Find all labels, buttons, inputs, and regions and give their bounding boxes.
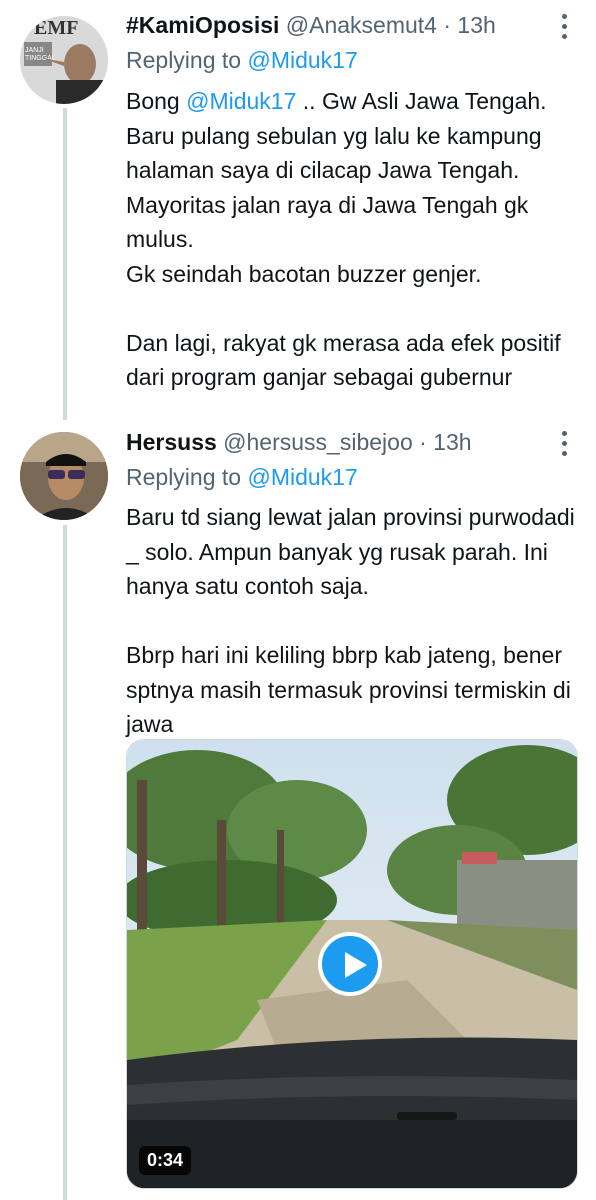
play-icon[interactable] [318,932,382,996]
tweet-text: Baru td siang lewat jalan provinsi purwo… [126,500,576,742]
tweet-header: #KamiOposisi @Anaksemut4 · 13h [126,12,496,39]
reply-mention-link[interactable]: @Miduk17 [247,464,357,490]
tweet-text-body: Baru td siang lewat jalan provinsi purwo… [126,504,575,737]
svg-text:JANJI: JANJI [25,47,44,54]
video-duration: 0:34 [139,1146,192,1175]
thread-line [63,108,67,420]
more-options-icon[interactable] [562,14,568,44]
magazine-cover-icon: EMF JANJI TINGGAL [20,16,108,104]
thread-line [63,525,67,1200]
replying-to: Replying to @Miduk17 [126,464,358,491]
tweet-text: Bong @Miduk17 .. Gw Asli Jawa Tengah. Ba… [126,84,576,395]
user-handle[interactable]: @Anaksemut4 [286,12,437,38]
reply-mention-link[interactable]: @Miduk17 [247,47,357,73]
replying-to: Replying to @Miduk17 [126,47,358,74]
tweet-text-body: .. Gw Asli Jawa Tengah. Baru pulang sebu… [126,88,561,390]
timestamp[interactable]: · 13h [419,429,471,455]
display-name[interactable]: Hersuss [126,429,217,455]
replying-to-label: Replying to [126,464,248,490]
avatar[interactable] [20,432,108,520]
tweet-text-prefix: Bong [126,88,187,114]
user-photo-icon [20,432,108,520]
tweet-header: Hersuss @hersuss_sibejoo · 13h [126,429,472,456]
avatar[interactable]: EMF JANJI TINGGAL [20,16,108,104]
timestamp[interactable]: · 13h [443,12,495,38]
replying-to-label: Replying to [126,47,248,73]
display-name[interactable]: #KamiOposisi [126,12,279,38]
more-options-icon[interactable] [562,431,568,461]
svg-text:EMF: EMF [34,17,78,39]
user-handle[interactable]: @hersuss_sibejoo [223,429,413,455]
mention-link[interactable]: @Miduk17 [186,88,296,114]
